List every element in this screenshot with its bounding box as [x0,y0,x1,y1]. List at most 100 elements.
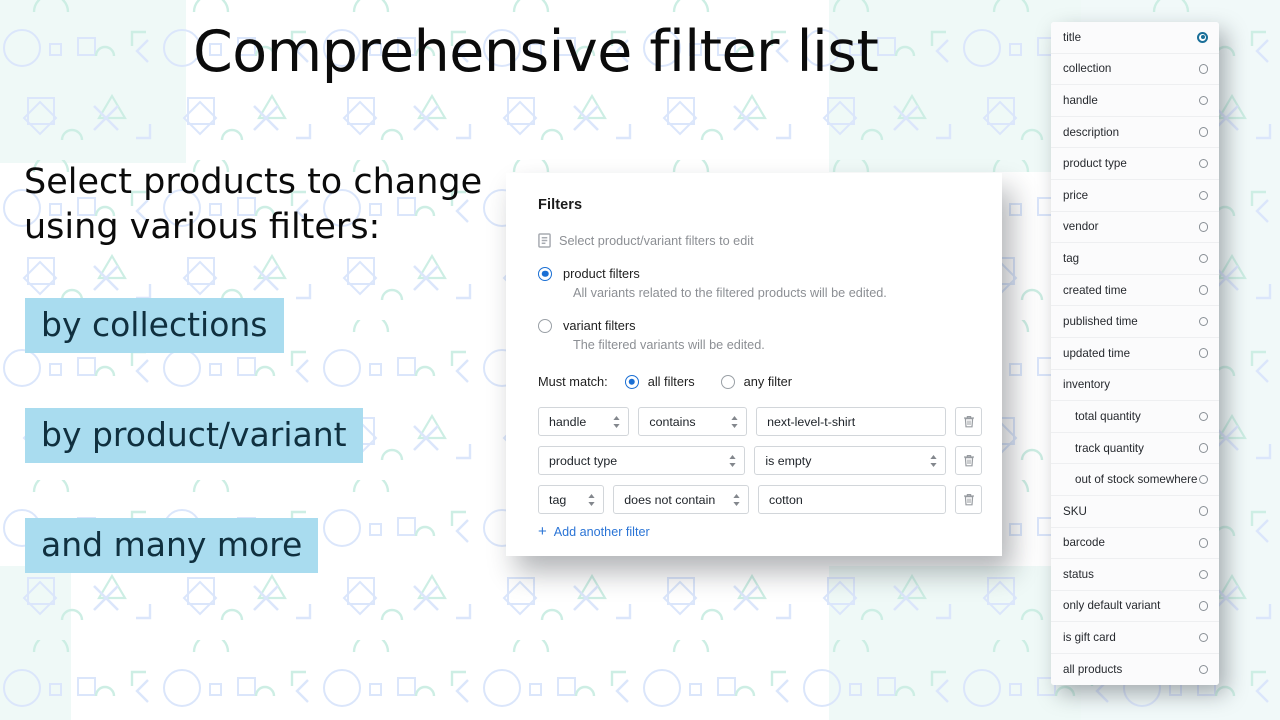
highlight-chip: by collections [25,298,284,353]
radio-icon[interactable] [1198,474,1208,485]
filter-field-select[interactable]: handle [538,407,630,436]
field-list-item-label: vendor [1063,220,1099,234]
filters-dialog: Filters Select product/variant filters t… [506,173,1002,556]
field-list-item-out-of-stock-somewhere[interactable]: out of stock somewhere [1051,464,1219,496]
field-list-item-title[interactable]: title [1051,22,1219,54]
radio-icon[interactable] [1198,506,1208,516]
radio-icon[interactable] [1198,664,1208,675]
highlight-chip: and many more [25,518,319,573]
filter-operator-value: is empty [765,453,812,468]
radio-icon[interactable] [1198,538,1208,548]
radio-icon[interactable] [1198,127,1208,137]
radio-icon[interactable] [1198,95,1208,106]
field-list-item-is-gift-card[interactable]: is gift card [1051,622,1219,654]
field-list-item-tag[interactable]: tag [1051,243,1219,275]
radio-icon-any-filter[interactable] [720,374,735,389]
scope-option-variant-filters[interactable]: variant filters [538,318,982,333]
radio-icon-all-filters[interactable] [624,374,639,389]
field-list-item-created-time[interactable]: created time [1051,274,1219,307]
radio-icon[interactable] [1198,316,1208,327]
filter-value-input[interactable]: next-level-t-shirt [756,407,946,436]
filters-dialog-title: Filters [538,197,583,213]
field-list-item-label: all products [1063,663,1123,677]
highlight-chip: by product/variant [25,408,363,463]
field-list-item-barcode[interactable]: barcode [1051,527,1219,560]
filter-value-text: next-level-t-shirt [767,414,856,429]
field-list-item-published-time[interactable]: published time [1051,306,1219,338]
chevron-updown-icon [731,415,738,428]
field-list-item-label: total quantity [1075,409,1141,423]
filter-field-value: product type [549,453,618,468]
field-list-item-updated-time[interactable]: updated time [1051,337,1219,370]
radio-icon[interactable] [1198,190,1208,201]
field-list-item-vendor[interactable]: vendor [1051,211,1219,244]
filters-dialog-subtitle-row: Select product/variant filters to edit [538,233,982,248]
add-another-filter-label: Add another filter [553,524,650,539]
must-match-option-all[interactable]: all filters [624,374,695,389]
highlight-row-collections: by collections [25,298,284,353]
field-list-item-label: description [1063,125,1120,139]
field-list-item-label: tag [1063,251,1080,265]
radio-icon[interactable] [1197,31,1208,43]
field-list-item-label: handle [1063,93,1098,107]
filter-value-text: cotton [769,492,803,507]
filter-rows-container: handle contains next-level-t-shirt produ… [538,407,982,539]
filter-field-select[interactable]: product type [538,446,746,475]
filter-operator-select[interactable]: is empty [754,446,946,475]
radio-icon-variant-filters[interactable] [538,318,552,333]
radio-icon[interactable] [1198,158,1208,169]
must-match-option-label: any filter [743,374,793,389]
document-icon [538,233,551,248]
field-list-item-handle[interactable]: handle [1051,85,1219,117]
radio-icon-product-filters[interactable] [538,266,552,281]
field-list-item-sku[interactable]: SKU [1051,495,1219,528]
must-match-option-any[interactable]: any filter [720,374,793,389]
filter-field-select[interactable]: tag [538,485,605,514]
radio-icon[interactable] [1198,285,1208,295]
filter-value-input[interactable]: cotton [758,485,946,514]
field-list-item-label: price [1063,188,1089,202]
filter-row: tag does not contain cotton [538,485,982,514]
field-list-item-label: SKU [1063,504,1087,518]
radio-icon[interactable] [1198,632,1208,643]
radio-icon[interactable] [1198,64,1208,74]
trash-icon [963,416,974,428]
delete-filter-button[interactable] [955,407,982,436]
field-list-group-label: inventory [1063,378,1111,392]
page-title: Comprehensive filter list [193,19,879,85]
field-list-item-collection[interactable]: collection [1051,53,1219,86]
field-list-item-price[interactable]: price [1051,179,1219,212]
add-another-filter-button[interactable]: + Add another filter [538,524,982,539]
field-list-item-label: product type [1063,157,1127,171]
radio-icon[interactable] [1198,443,1208,453]
radio-icon[interactable] [1198,411,1208,422]
filter-field-value: tag [549,492,567,507]
filter-row: product type is empty [538,446,982,475]
field-list-item-track-quantity[interactable]: track quantity [1051,432,1219,465]
field-list-item-only-default-variant[interactable]: only default variant [1051,590,1219,623]
scope-option-variant-filters-help: The filtered variants will be edited. [573,338,765,352]
field-list-item-product-type[interactable]: product type [1051,148,1219,180]
field-list-item-label: updated time [1063,346,1131,360]
chevron-updown-icon [588,493,595,506]
filter-operator-select[interactable]: contains [638,407,748,436]
field-list-item-label: track quantity [1075,441,1144,455]
scope-option-product-filters[interactable]: product filters [538,266,982,281]
field-list-item-label: only default variant [1063,599,1161,613]
field-list-item-description[interactable]: description [1051,116,1219,149]
filter-row: handle contains next-level-t-shirt [538,407,982,436]
field-list-item-status[interactable]: status [1051,559,1219,591]
must-match-label: Must match: [538,374,608,389]
must-match-row: Must match: all filters any filter [538,374,982,389]
field-list-item-all-products[interactable]: all products [1051,653,1219,686]
delete-filter-button[interactable] [955,446,982,475]
filter-operator-select[interactable]: does not contain [613,485,750,514]
filter-operator-value: does not contain [624,492,716,507]
radio-icon[interactable] [1198,222,1208,232]
radio-icon[interactable] [1198,253,1208,264]
radio-icon[interactable] [1198,601,1208,611]
radio-icon[interactable] [1198,569,1208,580]
field-list-item-total-quantity[interactable]: total quantity [1051,401,1219,433]
radio-icon[interactable] [1198,348,1208,358]
delete-filter-button[interactable] [955,485,982,514]
